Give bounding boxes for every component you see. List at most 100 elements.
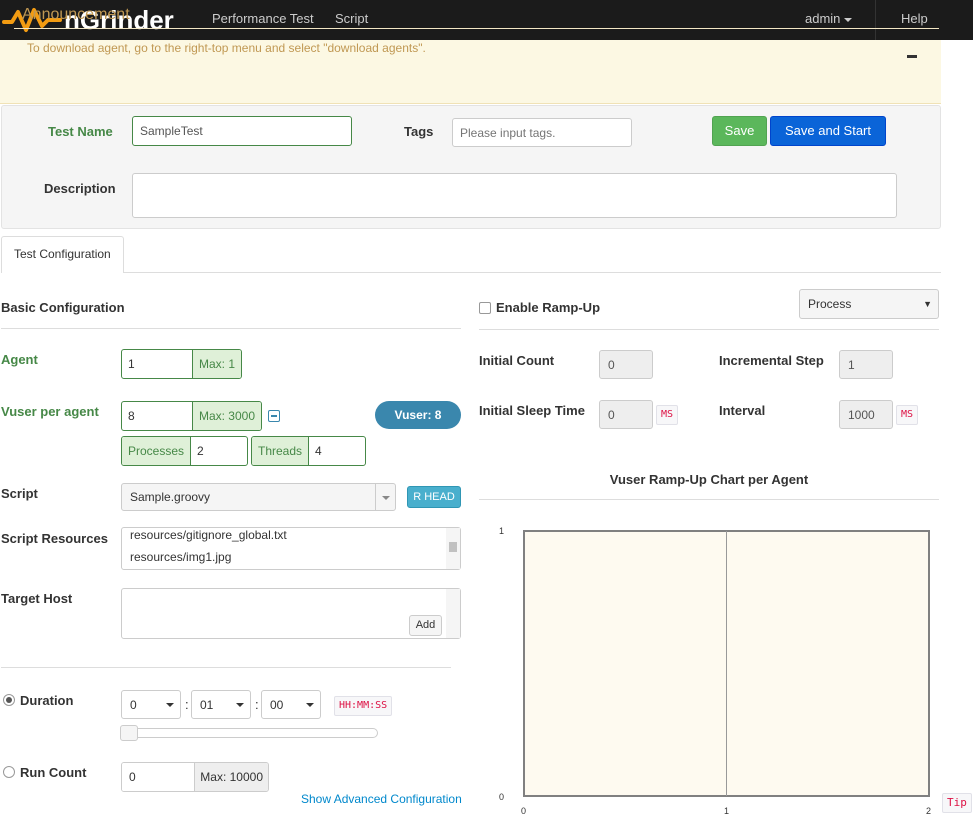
vuser-max: Max: 3000 bbox=[191, 402, 261, 430]
time-separator: : bbox=[255, 697, 259, 712]
run-count-max: Max: 10000 bbox=[194, 763, 268, 791]
list-item: resources/gitignore_global.txt bbox=[130, 528, 287, 542]
threads-label: Threads bbox=[252, 437, 310, 465]
y-tick-label: 0 bbox=[499, 792, 505, 802]
x-tick-label: 2 bbox=[926, 806, 932, 816]
vuser-input-group: 8 Max: 3000 bbox=[121, 401, 262, 431]
agent-label: Agent bbox=[1, 352, 38, 367]
chart-title: Vuser Ramp-Up Chart per Agent bbox=[609, 472, 809, 487]
tags-input[interactable] bbox=[452, 118, 632, 147]
incremental-step-label: Incremental Step bbox=[719, 353, 824, 368]
time-separator: : bbox=[185, 697, 189, 712]
interval-label: Interval bbox=[719, 403, 766, 418]
nav-help[interactable]: Help bbox=[901, 11, 928, 26]
tab-test-configuration[interactable]: Test Configuration bbox=[1, 236, 124, 273]
expand-icon[interactable] bbox=[268, 410, 280, 422]
initial-count-input[interactable]: 0 bbox=[599, 350, 653, 379]
chevron-down-icon bbox=[844, 17, 853, 22]
rampup-mode-value: Process bbox=[808, 297, 852, 311]
user-name: admin bbox=[805, 11, 841, 26]
duration-seconds-select[interactable]: 00 bbox=[261, 690, 321, 719]
script-select[interactable]: Sample.groovy bbox=[121, 483, 396, 511]
run-count-label: Run Count bbox=[20, 765, 87, 780]
vuser-input[interactable]: 8 bbox=[122, 402, 192, 430]
duration-seconds-value: 00 bbox=[270, 698, 284, 712]
duration-hours-value: 0 bbox=[130, 698, 137, 712]
duration-slider-handle[interactable] bbox=[120, 725, 138, 741]
run-count-input[interactable]: 0 bbox=[122, 763, 195, 791]
add-host-button[interactable]: Add bbox=[409, 615, 442, 636]
rhead-button[interactable]: R HEAD bbox=[407, 486, 461, 508]
test-name-label: Test Name bbox=[48, 124, 113, 139]
run-count-radio[interactable] bbox=[3, 766, 15, 778]
ms-unit-badge: MS bbox=[896, 405, 919, 425]
rampup-divider bbox=[479, 329, 939, 330]
interval-input[interactable]: 1000 bbox=[839, 400, 893, 429]
chevron-down-icon bbox=[236, 703, 244, 707]
script-resources-list[interactable]: resources/gitignore_global.txt resources… bbox=[121, 527, 461, 570]
initial-sleep-label: Initial Sleep Time bbox=[479, 403, 585, 418]
nav-divider bbox=[875, 0, 876, 40]
vuser-total-badge: Vuser: 8 bbox=[375, 401, 461, 429]
announcement-divider bbox=[14, 28, 939, 29]
target-host-box[interactable]: Add bbox=[121, 588, 461, 639]
threads-input[interactable]: 4 bbox=[309, 437, 365, 465]
rampup-mode-select[interactable]: Process ▼ bbox=[799, 289, 939, 319]
agent-input-group: 1 Max: 1 bbox=[121, 349, 242, 379]
duration-slider[interactable] bbox=[120, 728, 378, 738]
announcement-text: To download agent, go to the right-top m… bbox=[27, 41, 426, 55]
chevron-down-icon bbox=[166, 703, 174, 707]
y-tick-label: 1 bbox=[499, 526, 505, 536]
scrollbar[interactable] bbox=[446, 528, 460, 569]
agent-max: Max: 1 bbox=[191, 350, 241, 378]
basic-config-divider bbox=[1, 328, 461, 329]
script-resources-label: Script Resources bbox=[1, 531, 108, 546]
chart-divider bbox=[479, 499, 939, 500]
enable-rampup-label: Enable Ramp-Up bbox=[496, 300, 601, 315]
duration-minutes-select[interactable]: 01 bbox=[191, 690, 251, 719]
chevron-down-icon bbox=[306, 703, 314, 707]
processes-input-group: Processes 2 bbox=[121, 436, 248, 466]
collapse-icon[interactable] bbox=[907, 55, 917, 58]
agent-input[interactable]: 1 bbox=[122, 350, 192, 378]
enable-rampup-checkbox[interactable] bbox=[479, 302, 491, 314]
x-tick-label: 0 bbox=[521, 806, 527, 816]
user-menu[interactable]: admin bbox=[805, 11, 853, 26]
x-tick-label: 1 bbox=[724, 806, 730, 816]
save-and-start-button[interactable]: Save and Start bbox=[770, 116, 886, 146]
tip-badge[interactable]: Tip bbox=[942, 793, 972, 813]
test-name-input[interactable] bbox=[132, 116, 352, 146]
list-item: resources/img1.jpg bbox=[130, 550, 232, 564]
chart-gridline bbox=[726, 531, 727, 796]
tab-underline bbox=[124, 272, 941, 273]
section-divider bbox=[1, 667, 451, 668]
announcement-title: Announcement bbox=[22, 6, 130, 23]
chevron-down-icon bbox=[381, 495, 390, 500]
initial-count-label: Initial Count bbox=[479, 353, 555, 368]
description-label: Description bbox=[44, 181, 116, 196]
nav-performance-test[interactable]: Performance Test bbox=[212, 11, 314, 26]
target-host-label: Target Host bbox=[1, 591, 73, 606]
duration-radio[interactable] bbox=[3, 694, 15, 706]
processes-input[interactable]: 2 bbox=[191, 437, 247, 465]
ms-unit-badge: MS bbox=[656, 405, 679, 425]
processes-label: Processes bbox=[122, 437, 192, 465]
duration-hours-select[interactable]: 0 bbox=[121, 690, 181, 719]
incremental-step-input[interactable]: 1 bbox=[839, 350, 893, 379]
duration-label: Duration bbox=[20, 693, 74, 708]
tags-label: Tags bbox=[404, 124, 434, 139]
script-select-value: Sample.groovy bbox=[130, 490, 211, 504]
nav-script[interactable]: Script bbox=[335, 11, 368, 26]
duration-format-hint: HH:MM:SS bbox=[334, 696, 393, 716]
scrollbar[interactable] bbox=[446, 589, 460, 638]
threads-input-group: Threads 4 bbox=[251, 436, 366, 466]
basic-config-title: Basic Configuration bbox=[1, 300, 125, 315]
description-input[interactable] bbox=[132, 173, 897, 218]
save-button[interactable]: Save bbox=[712, 116, 767, 146]
initial-sleep-input[interactable]: 0 bbox=[599, 400, 653, 429]
run-count-input-group: 0 Max: 10000 bbox=[121, 762, 269, 792]
chevron-down-icon: ▼ bbox=[923, 299, 932, 309]
duration-minutes-value: 01 bbox=[200, 698, 214, 712]
vuser-per-agent-label: Vuser per agent bbox=[1, 404, 99, 419]
show-advanced-config-link[interactable]: Show Advanced Configuration bbox=[301, 792, 462, 806]
